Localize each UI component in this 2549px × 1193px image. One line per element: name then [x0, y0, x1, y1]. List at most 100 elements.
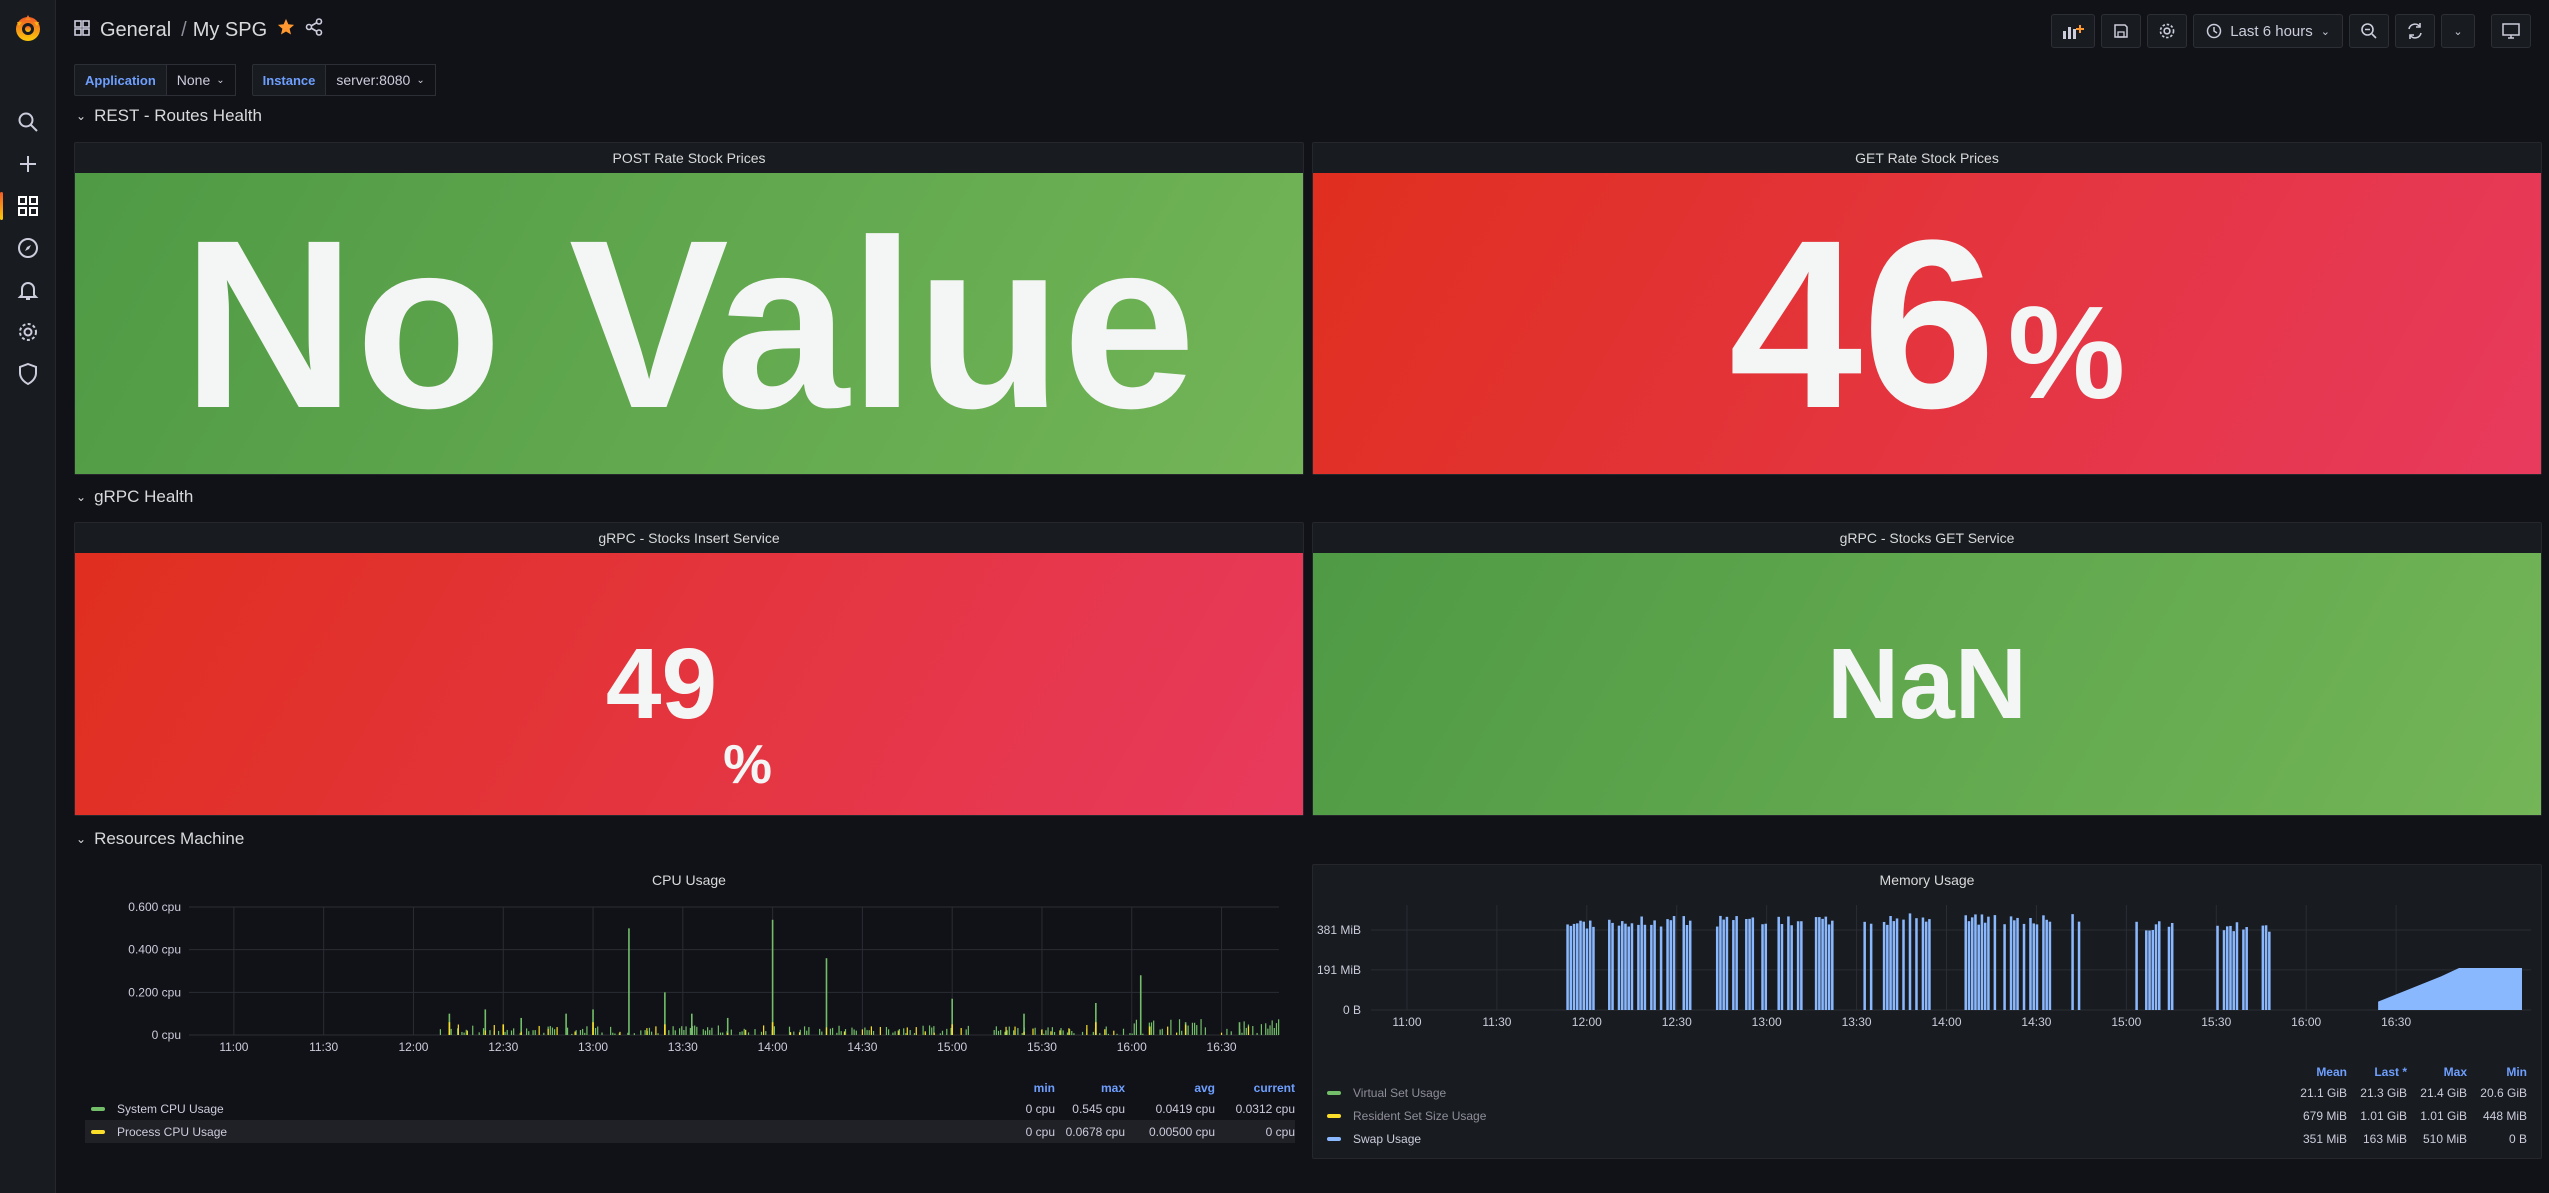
- swap-usage-bar: [1974, 914, 1977, 1010]
- panel-cpu-usage: CPU Usage 0 cpu 0.200 cpu 0.400 cpu 0.600 c…: [74, 864, 1304, 1164]
- x-tick-label: 12:30: [488, 1040, 518, 1054]
- swap-usage-bar: [1653, 920, 1656, 1010]
- tv-mode-button[interactable]: [2491, 14, 2531, 48]
- breadcrumb-dashboard[interactable]: My SPG: [193, 19, 267, 42]
- swap-usage-bar: [1566, 924, 1569, 1010]
- chevron-down-icon: ⌄: [2453, 25, 2463, 38]
- swap-usage-bar: [1863, 921, 1866, 1010]
- time-picker-button[interactable]: Last 6 hours ⌄: [2193, 14, 2343, 48]
- swap-usage-bar: [1579, 920, 1582, 1010]
- legend-header-min[interactable]: Min: [2467, 1065, 2527, 1079]
- row-title-grpc: gRPC Health: [94, 487, 194, 506]
- swap-usage-bar: [1790, 925, 1793, 1010]
- row-resources-machine[interactable]: ⌄ Resources Machine: [76, 829, 244, 849]
- legend-header-last[interactable]: Last *: [2347, 1065, 2407, 1079]
- stat-value-area: NaN: [1313, 553, 2541, 815]
- swap-usage-bar: [2032, 923, 2035, 1010]
- save-dashboard-button[interactable]: [2101, 14, 2142, 48]
- search-icon[interactable]: [14, 108, 42, 136]
- x-tick-label: 12:30: [1662, 1015, 1692, 1029]
- swap-usage-bar: [1588, 920, 1592, 1010]
- y-tick-label: 381 MiB: [1317, 923, 1361, 937]
- swap-usage-bar: [1672, 916, 1676, 1010]
- swap-usage-bar: [1895, 918, 1899, 1010]
- swap-usage-bar: [1827, 924, 1831, 1010]
- legend-header-current[interactable]: current: [1215, 1081, 1295, 1095]
- grafana-logo-icon[interactable]: [12, 12, 44, 44]
- swap-usage-bar: [1814, 917, 1818, 1010]
- panel-title[interactable]: GET Rate Stock Prices: [1313, 143, 2541, 173]
- swap-usage-bar: [2009, 916, 2013, 1010]
- legend-header-row: min max avg current: [85, 1079, 1295, 1097]
- swap-usage-bar: [1624, 923, 1627, 1010]
- x-tick-label: 15:00: [937, 1040, 967, 1054]
- legend-row[interactable]: Swap Usage 351 MiB 163 MiB 510 MiB 0 B: [1327, 1127, 2527, 1150]
- template-variables: Application None ⌄ Instance server:8080 …: [74, 64, 452, 96]
- swap-usage-bar: [2048, 921, 2052, 1010]
- row-grpc-health[interactable]: ⌄ gRPC Health: [76, 487, 193, 507]
- swap-usage-bar: [1970, 917, 1974, 1010]
- swap-usage-bar: [1617, 925, 1621, 1010]
- share-icon[interactable]: [305, 18, 323, 42]
- swap-usage-bar: [1780, 924, 1784, 1010]
- explore-compass-icon[interactable]: [14, 234, 42, 262]
- swap-usage-bar: [1643, 924, 1647, 1010]
- panel-title[interactable]: Memory Usage: [1313, 865, 2541, 895]
- swap-usage-bar: [1640, 916, 1643, 1010]
- stat-value-area: 46 %: [1313, 173, 2541, 474]
- variable-select-application[interactable]: None ⌄: [166, 64, 236, 96]
- panel-title[interactable]: CPU Usage: [75, 865, 1303, 895]
- swap-usage-bar: [1627, 926, 1630, 1010]
- refresh-button[interactable]: [2395, 14, 2435, 48]
- variable-label-instance: Instance: [251, 64, 327, 96]
- legend-header-mean[interactable]: Mean: [2283, 1065, 2347, 1079]
- swap-usage-bar: [1585, 928, 1589, 1010]
- swap-usage-bar: [1630, 923, 1634, 1010]
- gear-icon[interactable]: [14, 318, 42, 346]
- legend-row[interactable]: Resident Set Size Usage 679 MiB 1.01 GiB…: [1327, 1104, 2527, 1127]
- legend-value-last: 163 MiB: [2362, 1131, 2407, 1146]
- legend-row[interactable]: System CPU Usage 0 cpu 0.545 cpu 0.0419 …: [85, 1097, 1295, 1120]
- swap-usage-bar: [1915, 918, 1918, 1010]
- x-tick-label: 13:00: [1752, 1015, 1782, 1029]
- dashboard-settings-button[interactable]: [2147, 14, 2188, 48]
- bell-icon[interactable]: [14, 276, 42, 304]
- variable-select-instance[interactable]: server:8080 ⌄: [326, 64, 436, 96]
- panel-title[interactable]: gRPC - Stocks GET Service: [1313, 523, 2541, 553]
- refresh-interval-dropdown[interactable]: ⌄: [2441, 14, 2475, 48]
- legend-value-mean: 679 MiB: [2302, 1108, 2347, 1123]
- chevron-down-icon: ⌄: [76, 109, 87, 123]
- swap-usage-bar: [1582, 921, 1586, 1010]
- swap-usage-bar: [1928, 919, 1931, 1010]
- plus-icon[interactable]: [14, 150, 42, 178]
- row-rest-routes-health[interactable]: ⌄ REST - Routes Health: [76, 106, 262, 126]
- y-tick-label: 0 B: [1343, 1003, 1361, 1017]
- swap-usage-area: [2378, 968, 2523, 1010]
- add-panel-button[interactable]: [2051, 14, 2096, 48]
- legend-swatch: [1327, 1136, 1341, 1141]
- dashboards-icon[interactable]: [14, 192, 42, 220]
- legend-value-current: 0 cpu: [1265, 1124, 1295, 1139]
- panel-title[interactable]: gRPC - Stocks Insert Service: [75, 523, 1303, 553]
- swap-usage-bar: [2145, 930, 2148, 1010]
- legend-header-max[interactable]: Max: [2407, 1065, 2467, 1079]
- x-tick-label: 13:00: [578, 1040, 608, 1054]
- panel-title[interactable]: POST Rate Stock Prices: [75, 143, 1303, 173]
- y-tick-label: 0.400 cpu: [128, 943, 181, 957]
- zoom-out-button[interactable]: [2349, 14, 2389, 48]
- sidebar: [0, 0, 56, 1193]
- legend-row[interactable]: Virtual Set Usage 21.1 GiB 21.3 GiB 21.4…: [1327, 1081, 2527, 1104]
- legend-header-max[interactable]: max: [1055, 1081, 1125, 1095]
- legend-row[interactable]: Process CPU Usage 0 cpu 0.0678 cpu 0.005…: [85, 1120, 1295, 1143]
- legend-header-min[interactable]: min: [985, 1081, 1055, 1095]
- legend-header-avg[interactable]: avg: [1125, 1081, 1215, 1095]
- stat-value-area: No Value: [75, 173, 1303, 474]
- legend-header-row: Mean Last * Max Min: [1327, 1063, 2527, 1081]
- gear-icon: [2159, 23, 2175, 39]
- chevron-down-icon: ⌄: [76, 832, 87, 846]
- shield-icon[interactable]: [14, 360, 42, 388]
- star-icon[interactable]: [277, 18, 295, 42]
- legend-value-max: 1.01 GiB: [2420, 1108, 2467, 1123]
- x-tick-label: 13:30: [1842, 1015, 1872, 1029]
- breadcrumb-folder[interactable]: General: [100, 19, 171, 42]
